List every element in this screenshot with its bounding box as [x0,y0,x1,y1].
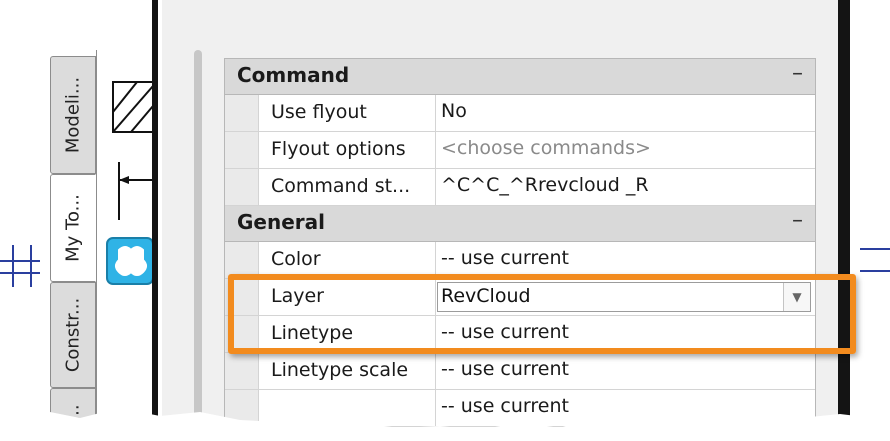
property-row-command-string[interactable]: Command st... ^C^C_^Rrevcloud _R [225,169,815,206]
drawing-line [0,272,40,274]
highlight-box [228,274,856,354]
tool-palette-column [96,50,154,437]
property-name: Use flyout [271,101,367,123]
property-name: Command st... [271,175,411,197]
panel-border-left [152,0,158,437]
drawing-line [0,260,40,262]
property-value[interactable]: No [441,100,467,122]
tab-label: Modeli... [62,76,84,154]
property-row-use-flyout[interactable]: Use flyout No [225,95,815,132]
property-value[interactable]: ^C^C_^Rrevcloud _R [441,174,649,196]
category-label: Command [237,63,350,87]
category-general[interactable]: General – [225,206,815,242]
property-name: Linetype scale [271,359,409,381]
tool-icons [106,81,154,285]
property-row-flyout-options[interactable]: Flyout options <choose commands> [225,132,815,169]
scrollbar[interactable] [194,50,202,437]
drawing-area-right [850,0,890,437]
drawing-line [30,245,32,287]
collapse-icon[interactable]: – [792,61,803,86]
drawing-line [860,248,890,250]
property-grid: Command – Use flyout No Flyout options <… [224,58,816,437]
collapse-icon[interactable]: – [792,208,803,233]
property-value[interactable]: -- use current [441,358,569,380]
drawing-line [12,245,14,287]
torn-edge [0,408,890,437]
property-name: Flyout options [271,138,406,160]
property-row-linetype-scale[interactable]: Linetype scale -- use current [225,353,815,390]
tab-constraints[interactable]: Constr... [50,282,96,388]
property-name: Color [271,248,321,270]
revcloud-icon[interactable] [106,237,154,285]
tab-label: My To... [62,194,84,262]
property-value[interactable]: <choose commands> [441,137,651,159]
tab-label: Constr... [62,297,84,373]
tab-my-tools[interactable]: My To... [50,174,96,282]
tab-modeling[interactable]: Modeli... [50,56,96,174]
dimension-icon[interactable] [118,162,153,220]
panel-border-right [838,0,850,437]
category-label: General [237,210,325,234]
hatch-icon[interactable] [112,81,154,133]
category-command[interactable]: Command – [225,59,815,95]
drawing-line [860,270,890,272]
property-value[interactable]: -- use current [441,247,569,269]
